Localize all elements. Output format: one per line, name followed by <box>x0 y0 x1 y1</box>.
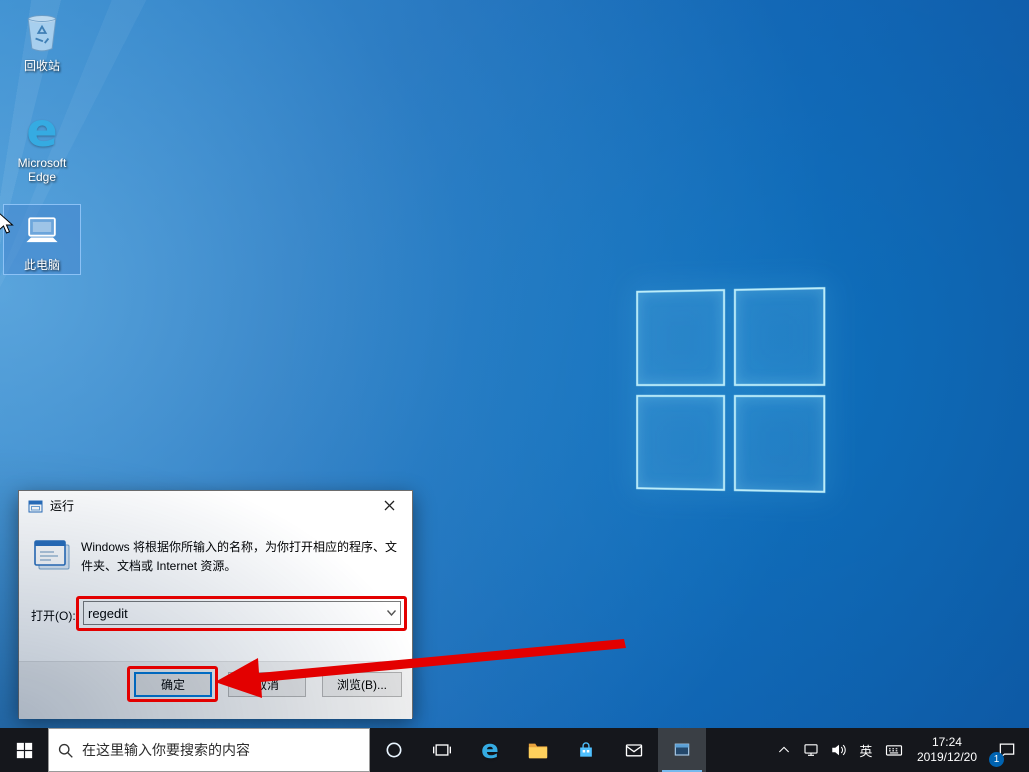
taskbar: e <box>0 728 1029 772</box>
windows-logo-pane <box>733 394 826 493</box>
windows-logo-pane <box>733 287 826 386</box>
taskbar-item-mail[interactable] <box>610 728 658 772</box>
clock-time: 17:24 <box>931 735 962 749</box>
dialog-titlebar[interactable]: 运行 <box>19 491 412 520</box>
windows-logo-watermark <box>636 287 826 493</box>
tray-touch-keyboard[interactable] <box>879 728 909 772</box>
tray-ime-indicator[interactable]: 英 <box>853 728 879 772</box>
desktop-icon-label: 此电脑 <box>23 258 60 272</box>
desktop-icon-label: Microsoft Edge <box>17 156 67 184</box>
taskbar-item-task-view[interactable] <box>418 728 466 772</box>
run-window-icon <box>674 743 690 756</box>
dialog-description: Windows 将根据你所输入的名称，为你打开相应的程序、文件夹、文档或 Int… <box>81 540 398 573</box>
run-dialog: 运行 Windows 将根据你所输入的名称，为你打开相应的程序、文件夹、文档或 … <box>18 490 413 719</box>
taskbar-item-edge[interactable]: e <box>466 728 514 772</box>
microsoft-edge-icon: e <box>26 103 58 157</box>
run-program-icon <box>34 540 70 570</box>
close-icon <box>384 500 395 511</box>
taskbar-item-store[interactable] <box>562 728 610 772</box>
folder-icon <box>528 743 548 759</box>
browse-button[interactable]: 浏览(B)... <box>322 672 402 697</box>
tray-network[interactable] <box>797 728 825 772</box>
windows-logo-pane <box>636 289 725 386</box>
windows-start-icon <box>16 742 32 758</box>
windows-logo-pane <box>636 394 725 491</box>
taskbar-item-file-explorer[interactable] <box>514 728 562 772</box>
start-button[interactable] <box>0 728 48 772</box>
tray-clock[interactable]: 17:24 2019/12/20 <box>909 728 985 772</box>
desktop-icon-label: 回收站 <box>23 59 60 73</box>
store-icon <box>580 742 592 757</box>
run-input[interactable] <box>84 602 382 624</box>
system-tray: 英 17:24 2019/12/20 1 <box>771 728 1029 772</box>
mail-icon <box>625 744 643 757</box>
tray-show-hidden-icons[interactable] <box>771 728 797 772</box>
chevron-up-icon <box>778 746 789 753</box>
run-input-combobox[interactable] <box>83 601 401 625</box>
chevron-down-icon <box>386 610 396 616</box>
desktop-wallpaper: 回收站 e Microsoft Edge 此电脑 运行 Windows 将根据你… <box>0 0 1029 728</box>
close-button[interactable] <box>367 491 412 520</box>
action-center-button[interactable]: 1 <box>985 728 1029 772</box>
dialog-title: 运行 <box>50 499 75 513</box>
recycle-bin-icon <box>18 9 66 57</box>
desktop-icon-this-pc[interactable]: 此电脑 <box>3 204 81 275</box>
search-input[interactable] <box>82 742 361 758</box>
network-icon <box>804 744 818 756</box>
cortana-icon <box>386 742 402 758</box>
open-label: 打开(O): <box>31 609 76 623</box>
desktop-icon-recycle-bin[interactable]: 回收站 <box>4 6 80 75</box>
keyboard-icon <box>885 745 903 756</box>
clock-date: 2019/12/20 <box>916 750 977 764</box>
task-view-icon <box>433 744 451 756</box>
taskbar-search[interactable] <box>48 728 370 772</box>
cancel-button[interactable]: 取消 <box>228 672 306 697</box>
taskbar-item-cortana[interactable] <box>370 728 418 772</box>
search-icon <box>58 743 73 758</box>
speaker-icon <box>832 744 846 756</box>
this-pc-icon <box>18 208 66 256</box>
run-window-icon <box>28 500 43 512</box>
taskbar-item-run-active[interactable] <box>658 728 706 772</box>
combo-dropdown-button[interactable] <box>382 602 400 624</box>
edge-icon: e <box>481 735 499 765</box>
notification-badge: 1 <box>989 752 1004 767</box>
ok-button[interactable]: 确定 <box>134 672 212 697</box>
tray-volume[interactable] <box>825 728 853 772</box>
desktop-icon-edge[interactable]: e Microsoft Edge <box>4 103 80 186</box>
